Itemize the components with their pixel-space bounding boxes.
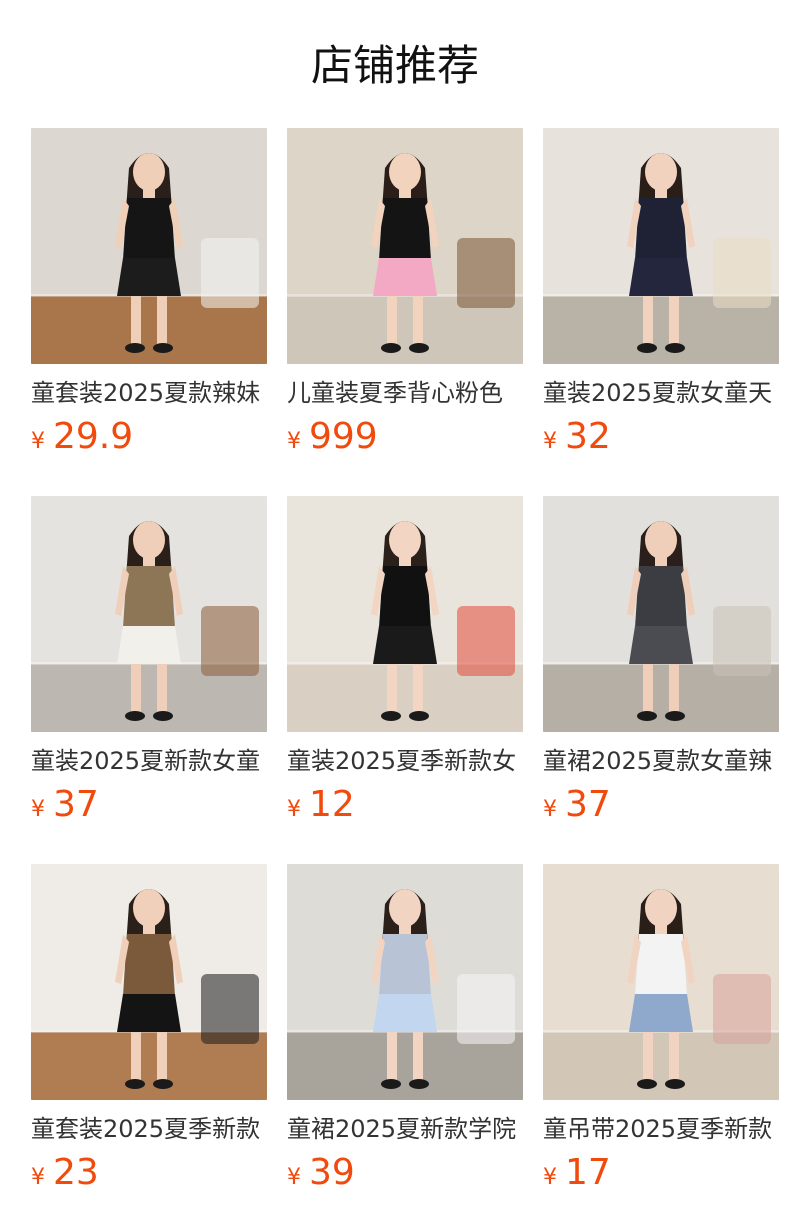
product-title[interactable]: 童装2025夏新款女童 (31, 744, 267, 778)
price-amount: 23 (53, 1152, 99, 1193)
product-title[interactable]: 童套装2025夏款辣妹 (31, 376, 267, 410)
price-amount: 32 (565, 416, 611, 457)
product-price: ¥23 (31, 1152, 267, 1200)
price-amount: 17 (565, 1152, 611, 1193)
product-card[interactable]: 童套装2025夏款辣妹 ¥29.9 (31, 128, 267, 464)
product-title[interactable]: 童吊带2025夏季新款 (543, 1112, 779, 1146)
price-amount: 37 (565, 784, 611, 825)
currency-symbol: ¥ (31, 429, 45, 454)
product-title[interactable]: 童装2025夏季新款女 (287, 744, 523, 778)
product-card[interactable]: 童装2025夏款女童天 ¥32 (543, 128, 779, 464)
product-image[interactable] (31, 864, 267, 1100)
currency-symbol: ¥ (287, 797, 301, 822)
product-card[interactable]: 童装2025夏季新款女 ¥12 (287, 496, 523, 832)
product-price: ¥17 (543, 1152, 779, 1200)
price-amount: 29.9 (53, 416, 134, 457)
product-image[interactable] (287, 128, 523, 364)
price-amount: 12 (309, 784, 355, 825)
product-title[interactable]: 儿童装夏季背心粉色 (287, 376, 523, 410)
product-card[interactable]: 童套装2025夏季新款 ¥23 (31, 864, 267, 1200)
currency-symbol: ¥ (287, 1165, 301, 1190)
price-amount: 37 (53, 784, 99, 825)
product-card[interactable]: 童吊带2025夏季新款 ¥17 (543, 864, 779, 1200)
product-card[interactable]: 童裙2025夏款女童辣 ¥37 (543, 496, 779, 832)
currency-symbol: ¥ (287, 429, 301, 454)
product-image[interactable] (31, 128, 267, 364)
product-price: ¥37 (543, 784, 779, 832)
product-card[interactable]: 儿童装夏季背心粉色 ¥999 (287, 128, 523, 464)
product-title[interactable]: 童装2025夏款女童天 (543, 376, 779, 410)
product-price: ¥37 (31, 784, 267, 832)
recommendation-page: 店铺推荐 童套装2025夏款辣妹 ¥29.9 儿童装夏季背心粉色 ¥999 童装2025… (0, 0, 790, 1232)
product-price: ¥12 (287, 784, 523, 832)
product-image[interactable] (31, 496, 267, 732)
product-card[interactable]: 童装2025夏新款女童 ¥37 (31, 496, 267, 832)
currency-symbol: ¥ (31, 1165, 45, 1190)
product-image[interactable] (543, 496, 779, 732)
currency-symbol: ¥ (543, 1165, 557, 1190)
product-image[interactable] (287, 496, 523, 732)
product-card[interactable]: 童裙2025夏新款学院 ¥39 (287, 864, 523, 1200)
page-title: 店铺推荐 (310, 41, 479, 90)
currency-symbol: ¥ (31, 797, 45, 822)
product-image[interactable] (543, 128, 779, 364)
product-price: ¥999 (287, 416, 523, 464)
product-price: ¥29.9 (31, 416, 267, 464)
currency-symbol: ¥ (543, 797, 557, 822)
product-price: ¥32 (543, 416, 779, 464)
price-amount: 39 (309, 1152, 355, 1193)
product-image[interactable] (543, 864, 779, 1100)
product-price: ¥39 (287, 1152, 523, 1200)
currency-symbol: ¥ (543, 429, 557, 454)
product-title[interactable]: 童裙2025夏新款学院 (287, 1112, 523, 1146)
price-amount: 999 (309, 416, 378, 457)
product-title[interactable]: 童裙2025夏款女童辣 (543, 744, 779, 778)
product-image[interactable] (287, 864, 523, 1100)
product-title[interactable]: 童套装2025夏季新款 (31, 1112, 267, 1146)
